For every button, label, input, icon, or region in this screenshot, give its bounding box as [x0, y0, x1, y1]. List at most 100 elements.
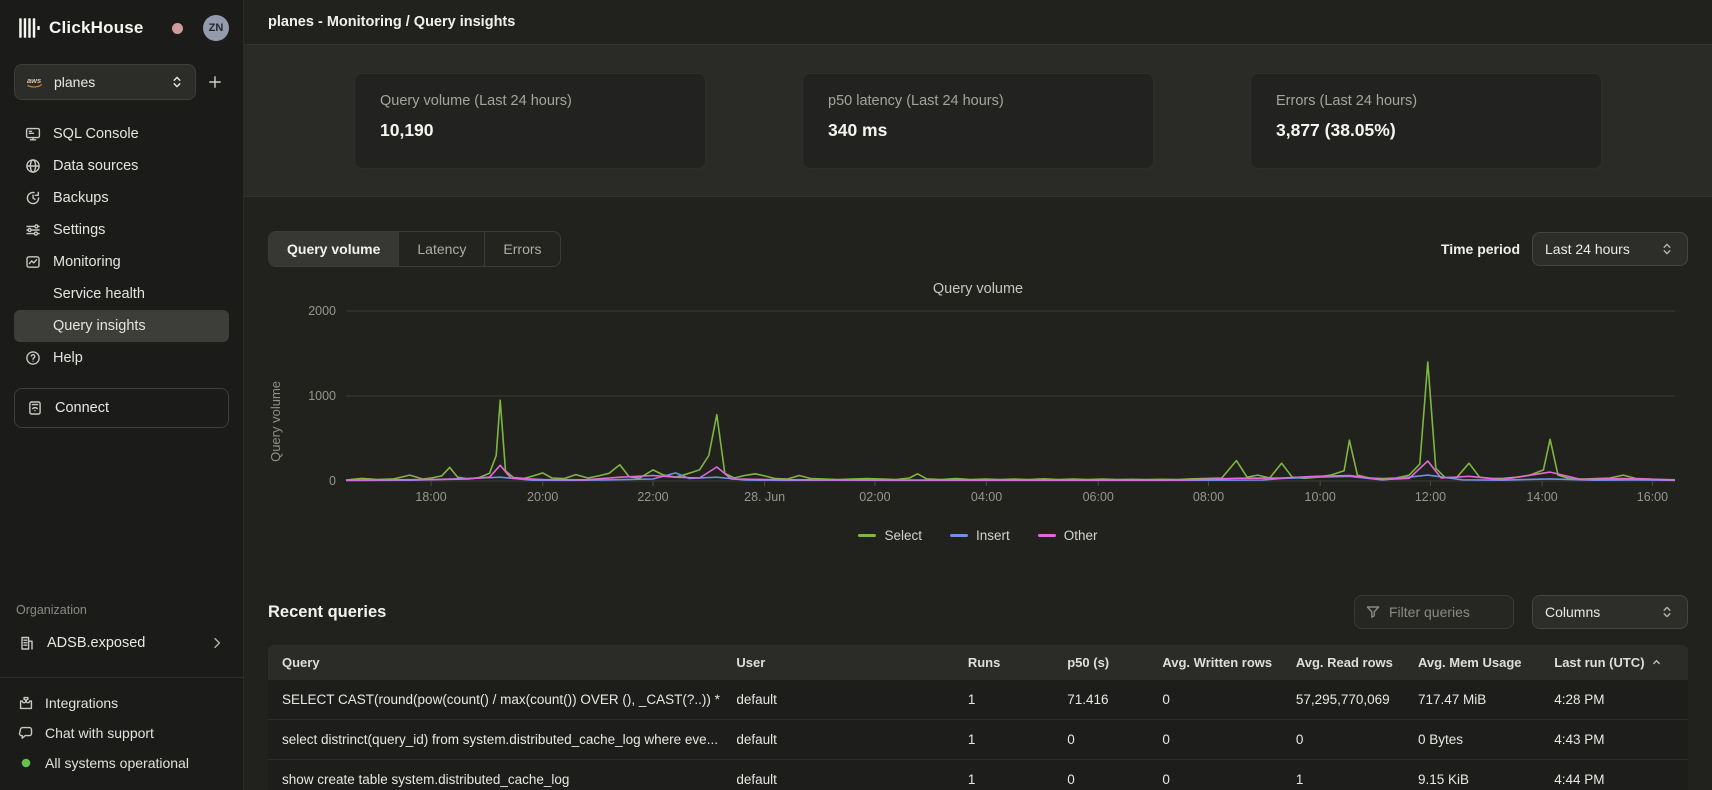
sidebar-item-help[interactable]: Help: [14, 342, 229, 374]
chevron-updown-icon: [169, 74, 185, 90]
legend-label: Select: [884, 528, 922, 543]
sidebar: ClickHouse ZN aws planes SQL Console Dat…: [0, 0, 244, 790]
column-header-label: Query: [282, 655, 320, 670]
table-row[interactable]: SELECT CAST(round(pow(count() / max(coun…: [268, 679, 1688, 719]
svg-text:0: 0: [329, 474, 336, 488]
backups-icon: [24, 190, 41, 206]
runs-cell: 1: [954, 732, 1053, 747]
column-header-user[interactable]: User: [722, 655, 953, 670]
runs-cell: 1: [954, 692, 1053, 707]
chart-legend: Select Insert Other: [268, 528, 1688, 543]
svg-text:14:00: 14:00: [1526, 490, 1557, 504]
avg-read-rows-cell: 57,295,770,069: [1282, 692, 1404, 707]
legend-item-other[interactable]: Other: [1038, 528, 1098, 543]
sidebar-item-settings[interactable]: Settings: [14, 214, 229, 246]
svg-text:02:00: 02:00: [859, 490, 890, 504]
sidebar-item-service-health[interactable]: Service health: [14, 278, 229, 310]
query-cell: select distrinct(query_id) from system.d…: [268, 732, 722, 747]
clickhouse-logo-icon: [18, 17, 40, 39]
column-header-last-run-utc-[interactable]: Last run (UTC): [1540, 655, 1688, 670]
stat-value: 3,877 (38.05%): [1276, 120, 1576, 141]
filter-queries-box: [1354, 595, 1514, 629]
chart-title: Query volume: [268, 281, 1688, 297]
legend-item-insert[interactable]: Insert: [950, 528, 1010, 543]
sidebar-footer-all-systems-operational[interactable]: All systems operational: [14, 748, 229, 778]
last-run-cell: 4:28 PM: [1540, 692, 1688, 707]
column-header-avg-read-rows[interactable]: Avg. Read rows: [1282, 655, 1404, 670]
user-avatar[interactable]: ZN: [203, 15, 229, 41]
column-header-label: Runs: [968, 655, 1001, 670]
legend-swatch: [858, 534, 876, 537]
avg-mem-usage-cell: 717.47 MiB: [1404, 692, 1540, 707]
sidebar-item-label: Service health: [53, 286, 145, 302]
sort-asc-icon: [1651, 657, 1662, 668]
sidebar-item-data-sources[interactable]: Data sources: [14, 150, 229, 182]
filter-queries-input[interactable]: [1389, 604, 1503, 620]
sidebar-item-monitoring[interactable]: Monitoring: [14, 246, 229, 278]
columns-select[interactable]: Columns: [1532, 595, 1688, 629]
column-header-runs[interactable]: Runs: [954, 655, 1053, 670]
p50-cell: 0: [1053, 772, 1148, 787]
footer-item-label: All systems operational: [45, 755, 189, 771]
chart-plot: 01000200018:0020:0022:0028. Jun02:0004:0…: [294, 299, 1687, 511]
legend-label: Insert: [976, 528, 1010, 543]
avg-mem-usage-cell: 0 Bytes: [1404, 732, 1540, 747]
stat-value: 340 ms: [828, 120, 1128, 141]
connect-icon: [27, 400, 43, 416]
tab-errors[interactable]: Errors: [484, 232, 559, 266]
stat-card: Errors (Last 24 hours) 3,877 (38.05%): [1250, 73, 1602, 169]
sidebar-item-label: Query insights: [53, 318, 146, 334]
column-header-avg-written-rows[interactable]: Avg. Written rows: [1148, 655, 1281, 670]
avg-written-rows-cell: 0: [1148, 772, 1281, 787]
time-period-select[interactable]: Last 24 hours: [1532, 232, 1688, 266]
service-selector[interactable]: aws planes: [14, 64, 196, 100]
runs-cell: 1: [954, 772, 1053, 787]
svg-text:18:00: 18:00: [415, 490, 446, 504]
content: Query volumeLatencyErrors Time period La…: [244, 197, 1712, 790]
status-dot-icon: [18, 757, 34, 769]
table-row[interactable]: show create table system.distributed_cac…: [268, 759, 1688, 790]
table-header-row: Query User Runs p50 (s) Avg. Wri: [268, 645, 1688, 679]
sidebar-item-query-insights[interactable]: Query insights: [14, 310, 229, 342]
stat-label: p50 latency (Last 24 hours): [828, 93, 1128, 109]
svg-text:08:00: 08:00: [1193, 490, 1224, 504]
data-sources-icon: [24, 158, 41, 174]
sidebar-footer-chat-with-support[interactable]: Chat with support: [14, 718, 229, 748]
chart-tabs: Query volumeLatencyErrors: [268, 231, 561, 267]
column-header-avg-mem-usage[interactable]: Avg. Mem Usage: [1404, 655, 1540, 670]
column-header-p50-s-[interactable]: p50 (s): [1053, 655, 1148, 670]
avg-written-rows-cell: 0: [1148, 692, 1281, 707]
table-row[interactable]: select distrinct(query_id) from system.d…: [268, 719, 1688, 759]
stat-value: 10,190: [380, 120, 680, 141]
breadcrumb: planes - Monitoring / Query insights: [268, 14, 515, 30]
tab-query-volume[interactable]: Query volume: [269, 232, 398, 266]
avg-written-rows-cell: 0: [1148, 732, 1281, 747]
sidebar-footer-integrations[interactable]: Integrations: [14, 688, 229, 718]
sidebar-item-label: Settings: [53, 222, 105, 238]
sidebar-item-label: Backups: [53, 190, 109, 206]
tab-latency[interactable]: Latency: [398, 232, 484, 266]
stat-label: Query volume (Last 24 hours): [380, 93, 680, 109]
table-body: SELECT CAST(round(pow(count() / max(coun…: [268, 679, 1688, 790]
brand-name: ClickHouse: [49, 18, 144, 38]
chevron-updown-icon: [1659, 241, 1675, 257]
aws-icon: aws: [25, 75, 45, 89]
column-header-label: p50 (s): [1067, 655, 1109, 670]
add-service-button[interactable]: [207, 74, 223, 90]
sql-console-icon: [24, 126, 41, 142]
stats-band: Query volume (Last 24 hours) 10,190 p50 …: [244, 45, 1712, 197]
building-icon: [18, 635, 35, 651]
topbar: planes - Monitoring / Query insights: [244, 0, 1712, 45]
column-header-label: User: [736, 655, 765, 670]
sidebar-nav: SQL Console Data sources Backups Setting…: [14, 118, 229, 374]
sidebar-item-backups[interactable]: Backups: [14, 182, 229, 214]
column-header-query[interactable]: Query: [268, 655, 722, 670]
organization-item[interactable]: ADSB.exposed: [14, 627, 229, 659]
svg-text:20:00: 20:00: [527, 490, 558, 504]
legend-item-select[interactable]: Select: [858, 528, 922, 543]
query-volume-chart: Query volume 01000200018:0020:0022:0028.…: [268, 299, 1688, 516]
last-run-cell: 4:44 PM: [1540, 772, 1688, 787]
connect-button[interactable]: Connect: [14, 388, 229, 428]
legend-swatch: [950, 534, 968, 537]
sidebar-item-sql-console[interactable]: SQL Console: [14, 118, 229, 150]
